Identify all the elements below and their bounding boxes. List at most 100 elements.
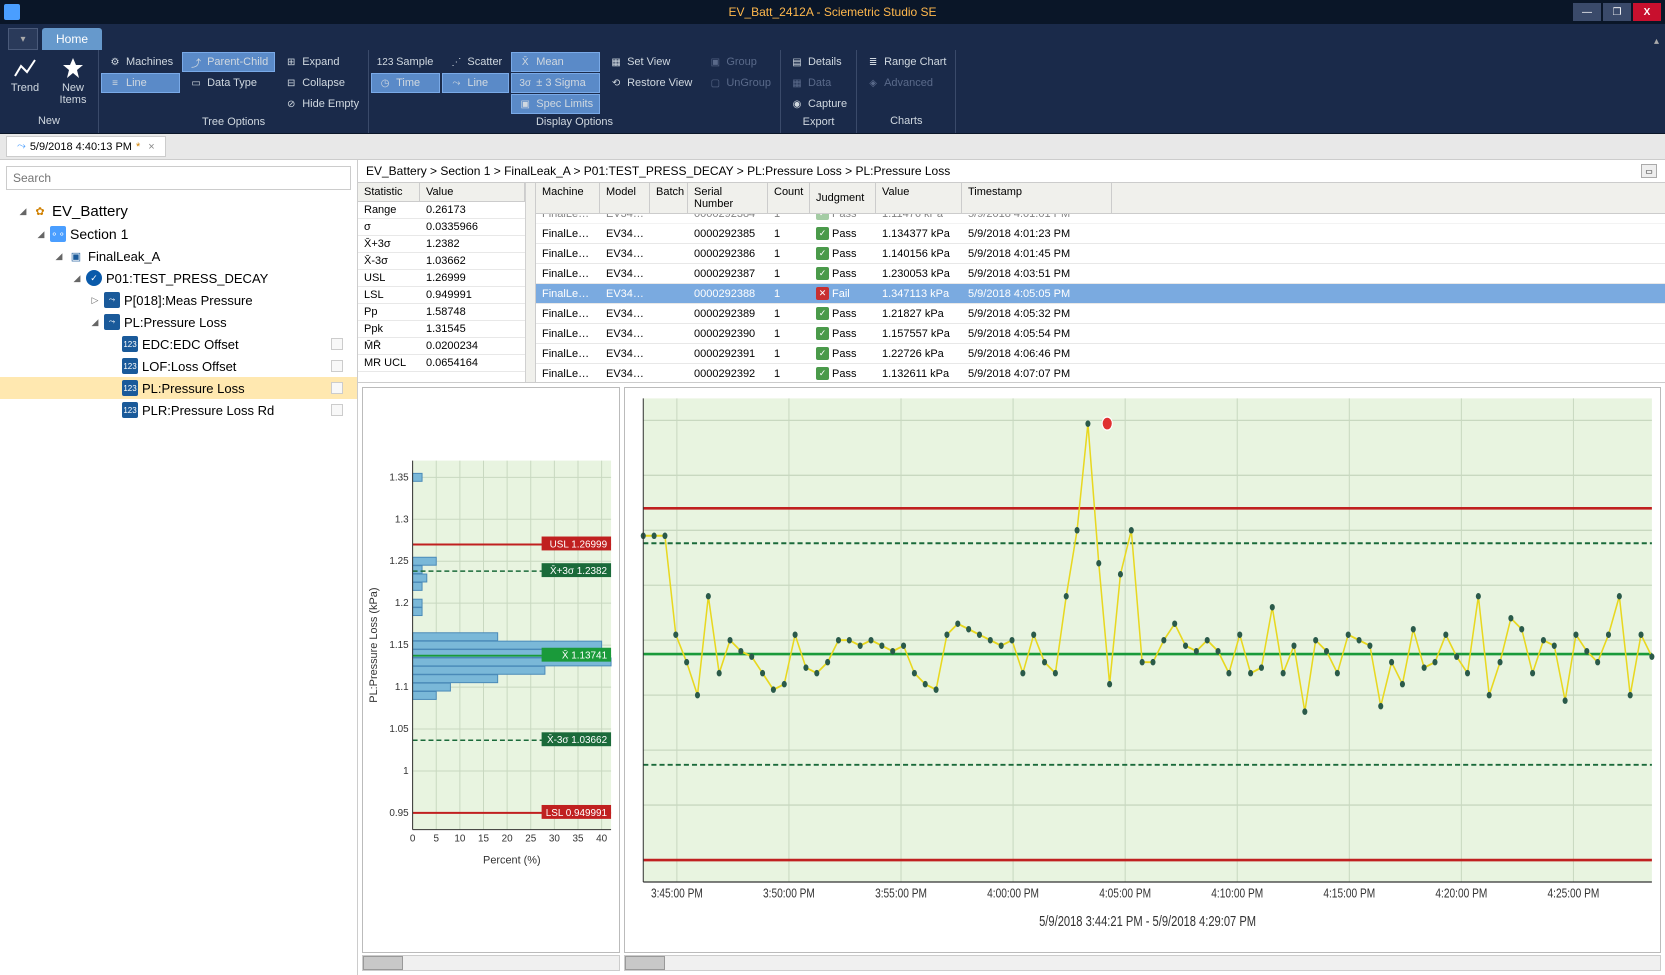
maximize-button[interactable]: ❐ xyxy=(1603,3,1631,21)
spec-limits-button[interactable]: ▣Spec Limits xyxy=(511,94,600,114)
machines-button[interactable]: ⚙Machines xyxy=(101,52,180,72)
table-row[interactable]: FinalLeak_AEV341200002923841✓ Pass1.1147… xyxy=(536,214,1665,224)
data-icon: 123 xyxy=(122,336,138,352)
data-type-button[interactable]: ▭Data Type xyxy=(182,73,275,93)
details-button[interactable]: ▤Details xyxy=(783,52,854,72)
sigma-button[interactable]: 3σ± 3 Sigma xyxy=(511,73,600,93)
search-input[interactable] xyxy=(6,166,351,190)
table-row[interactable]: FinalLeak_AEV341200002923871✓ Pass1.2300… xyxy=(536,264,1665,284)
sigma-icon: 3σ xyxy=(518,76,532,90)
svg-text:20: 20 xyxy=(502,834,514,845)
col-model[interactable]: Model xyxy=(600,183,650,213)
sidebar: ◢✿EV_Battery ◢⚬⚬Section 1 ◢▣FinalLeak_A … xyxy=(0,160,358,975)
svg-text:X̄-3σ 1.03662: X̄-3σ 1.03662 xyxy=(547,735,608,746)
collapse-icon: ⊟ xyxy=(284,76,298,90)
tree-checkbox[interactable] xyxy=(331,404,343,416)
col-timestamp[interactable]: Timestamp xyxy=(962,183,1112,213)
chart-line-button[interactable]: ⤳Line xyxy=(442,73,509,93)
svg-text:4:15:00 PM: 4:15:00 PM xyxy=(1323,886,1375,900)
data-button: ▦Data xyxy=(783,73,854,93)
col-machine[interactable]: Machine xyxy=(536,183,600,213)
trend-scrollbar[interactable] xyxy=(624,955,1661,971)
tree-item-plr[interactable]: 123PLR:Pressure Loss Rd xyxy=(0,399,357,421)
tree-checkbox[interactable] xyxy=(331,382,343,394)
stats-header-stat[interactable]: Statistic xyxy=(358,183,420,201)
document-tab[interactable]: ⤳ 5/9/2018 4:40:13 PM * × xyxy=(6,136,166,157)
stats-row: X̄-3σ1.03662 xyxy=(358,253,525,270)
histogram-chart[interactable]: 0.9511.051.11.151.21.251.31.350510152025… xyxy=(362,387,620,953)
stats-row: MR UCL0.0654164 xyxy=(358,355,525,372)
expand-button[interactable]: ⊞Expand xyxy=(277,52,366,72)
tree-pl[interactable]: ◢⤳PL:Pressure Loss xyxy=(0,311,357,333)
datatype-icon: ▭ xyxy=(189,76,203,90)
col-value[interactable]: Value xyxy=(876,183,962,213)
close-button[interactable]: X xyxy=(1633,3,1661,21)
svg-text:4:20:00 PM: 4:20:00 PM xyxy=(1435,886,1487,900)
col-count[interactable]: Count xyxy=(768,183,810,213)
tree-item-edc[interactable]: 123EDC:EDC Offset xyxy=(0,333,357,355)
tree-checkbox[interactable] xyxy=(331,338,343,350)
mean-button[interactable]: X̄Mean xyxy=(511,52,600,72)
tree-root[interactable]: ◢✿EV_Battery xyxy=(0,200,357,223)
tab-home[interactable]: Home xyxy=(42,28,102,50)
tree-section[interactable]: ◢⚬⚬Section 1 xyxy=(0,223,357,245)
sample-button[interactable]: 123Sample xyxy=(371,52,440,72)
ribbon-collapse-icon[interactable]: ▴ xyxy=(1654,36,1659,47)
svg-text:X̄ 1.13741: X̄ 1.13741 xyxy=(562,651,608,662)
main-area: ◢✿EV_Battery ◢⚬⚬Section 1 ◢▣FinalLeak_A … xyxy=(0,160,1665,975)
scatter-button[interactable]: ⋰Scatter xyxy=(442,52,509,72)
window-title: EV_Batt_2412A - Sciemetric Studio SE xyxy=(728,5,936,19)
machine-icon: ▣ xyxy=(68,248,84,264)
stats-row: USL1.26999 xyxy=(358,270,525,287)
table-row[interactable]: FinalLeak_AEV341200002923901✓ Pass1.1575… xyxy=(536,324,1665,344)
range-chart-button[interactable]: ≣Range Chart xyxy=(859,52,953,72)
line-button[interactable]: ≡Line xyxy=(101,73,180,93)
table-row[interactable]: FinalLeak_AEV341200002923881✕ Fail1.3471… xyxy=(536,284,1665,304)
data-icon: ⤳ xyxy=(104,314,120,330)
table-row[interactable]: FinalLeak_AEV341200002923851✓ Pass1.1343… xyxy=(536,224,1665,244)
clock-icon: ◷ xyxy=(378,76,392,90)
svg-text:4:05:00 PM: 4:05:00 PM xyxy=(1099,886,1151,900)
doctab-close-icon[interactable]: × xyxy=(148,141,154,153)
tree-meas[interactable]: ▷⤳P[018]:Meas Pressure xyxy=(0,289,357,311)
details-icon: ▤ xyxy=(790,55,804,69)
group-label-tree: Tree Options xyxy=(99,116,368,133)
group-label-new: New xyxy=(0,115,98,133)
col-batch[interactable]: Batch xyxy=(650,183,688,213)
trend-chart[interactable]: 3:45:00 PM3:50:00 PM3:55:00 PM4:00:00 PM… xyxy=(624,387,1661,953)
star-icon xyxy=(61,56,85,80)
col-serial[interactable]: Serial Number xyxy=(688,183,768,213)
capture-button[interactable]: ◉Capture xyxy=(783,94,854,114)
table-row[interactable]: FinalLeak_AEV341200002923861✓ Pass1.1401… xyxy=(536,244,1665,264)
tree-item-plpl[interactable]: 123PL:Pressure Loss xyxy=(0,377,357,399)
table-row[interactable]: FinalLeak_AEV341200002923921✓ Pass1.1326… xyxy=(536,364,1665,382)
parent-child-button[interactable]: ⤴Parent-Child xyxy=(182,52,275,72)
svg-text:3:45:00 PM: 3:45:00 PM xyxy=(651,886,703,900)
table-row[interactable]: FinalLeak_AEV341200002923891✓ Pass1.2182… xyxy=(536,304,1665,324)
app-menu-button[interactable]: ▾ xyxy=(8,28,38,50)
stats-header-val[interactable]: Value xyxy=(420,183,525,201)
data-grid: Machine Model Batch Serial Number Count … xyxy=(526,183,1665,382)
chartline-icon: ⤳ xyxy=(449,76,463,90)
tree-checkbox[interactable] xyxy=(331,360,343,372)
layout-button[interactable]: ▭ xyxy=(1641,164,1657,178)
ribbon-tab-strip: ▾ Home ▴ xyxy=(0,24,1665,50)
hide-empty-button[interactable]: ⊘Hide Empty xyxy=(277,94,366,114)
document-tab-bar: ⤳ 5/9/2018 4:40:13 PM * × xyxy=(0,134,1665,160)
svg-text:4:00:00 PM: 4:00:00 PM xyxy=(987,886,1039,900)
stats-row: Ppk1.31545 xyxy=(358,321,525,338)
col-judgment[interactable]: Judgment xyxy=(810,183,876,213)
minimize-button[interactable]: — xyxy=(1573,3,1601,21)
set-view-button[interactable]: ▦Set View xyxy=(602,52,699,72)
tree-test[interactable]: ◢✓P01:TEST_PRESS_DECAY xyxy=(0,267,357,289)
time-button[interactable]: ◷Time xyxy=(371,73,440,93)
tree-machine[interactable]: ◢▣FinalLeak_A xyxy=(0,245,357,267)
svg-text:1.05: 1.05 xyxy=(389,724,409,735)
tree-item-lof[interactable]: 123LOF:Loss Offset xyxy=(0,355,357,377)
table-row[interactable]: FinalLeak_AEV341200002923911✓ Pass1.2272… xyxy=(536,344,1665,364)
new-items-button[interactable]: New Items xyxy=(50,52,96,110)
restore-view-button[interactable]: ⟲Restore View xyxy=(602,73,699,93)
trend-button[interactable]: Trend xyxy=(2,52,48,98)
collapse-button[interactable]: ⊟Collapse xyxy=(277,73,366,93)
hist-scrollbar[interactable] xyxy=(362,955,620,971)
